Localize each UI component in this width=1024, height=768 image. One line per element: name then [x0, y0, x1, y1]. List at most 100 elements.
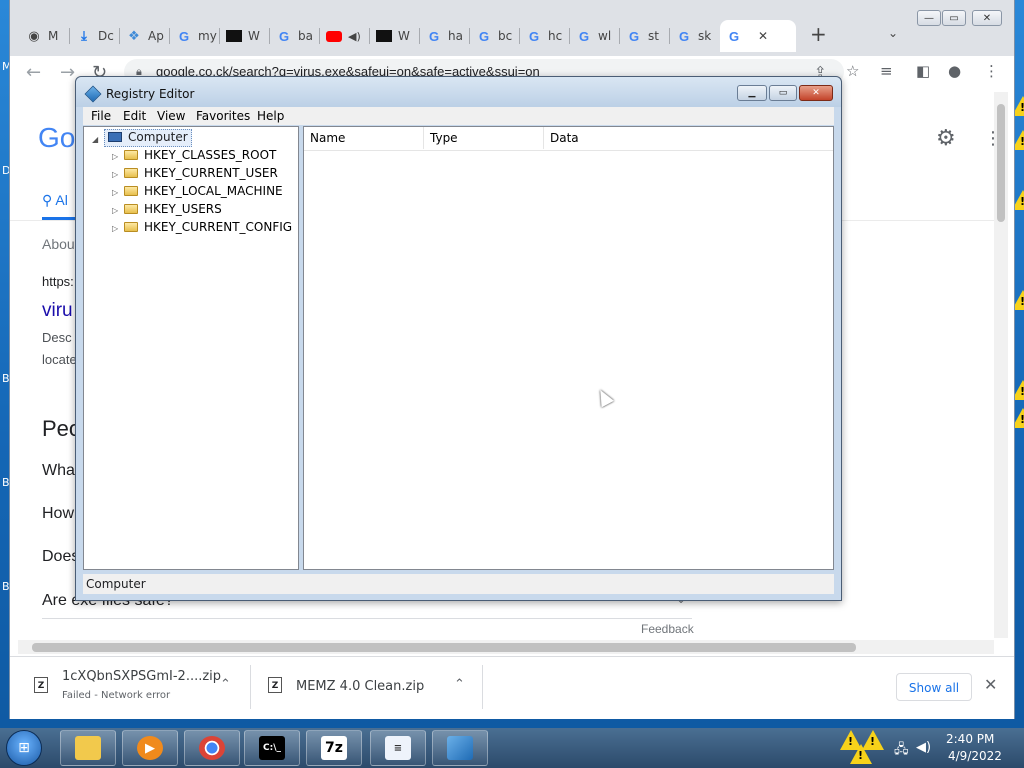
column-header-type[interactable]: Type [424, 127, 544, 149]
chevron-up-icon[interactable]: ⌃ [220, 677, 231, 692]
cmd-icon: C:\_ [259, 736, 285, 760]
divider [42, 618, 692, 619]
reading-list-icon[interactable]: ≡ [880, 62, 893, 80]
menu-favorites[interactable]: Favorites [196, 109, 250, 123]
vertical-scrollbar[interactable] [994, 92, 1008, 638]
taskbar-chrome[interactable] [184, 730, 240, 766]
minimize-button[interactable]: ▁ [737, 85, 767, 101]
horizontal-scrollbar[interactable] [18, 640, 994, 654]
tab[interactable]: Gsk [670, 20, 720, 52]
desktop-icon-label[interactable]: B [2, 580, 10, 593]
tab-search-icon[interactable]: ⌄ [888, 26, 898, 40]
result-title-link[interactable]: viru [42, 300, 73, 322]
folder-icon [124, 222, 138, 232]
taskbar-cmd[interactable]: C:\_ [244, 730, 300, 766]
speaker-icon[interactable]: ◀) [348, 30, 361, 43]
close-button[interactable]: ✕ [972, 10, 1002, 26]
tree-node-key[interactable]: ▷ HKEY_CLASSES_ROOT [112, 148, 276, 162]
question-item[interactable]: Wha [42, 462, 75, 480]
tree-node-key[interactable]: ▷ HKEY_LOCAL_MACHINE [112, 184, 283, 198]
network-icon[interactable]: 🖧︎ [894, 740, 909, 762]
tree-expand-icon[interactable]: ▷ [112, 152, 124, 161]
result-url[interactable]: https: [42, 274, 74, 289]
taskbar-media-player[interactable]: ▶ [122, 730, 178, 766]
taskbar-7zip[interactable]: 7z [306, 730, 362, 766]
tree-expand-icon[interactable]: ▷ [112, 224, 124, 233]
key-tree[interactable]: ◢ Computer ▷ HKEY_CLASSES_ROOT ▷ HKEY_CURR… [83, 126, 299, 570]
clock-time[interactable]: 2:40 PM [946, 732, 994, 746]
tab-active[interactable]: G ✕ [720, 20, 796, 52]
menu-file[interactable]: File [91, 109, 111, 123]
close-tab-icon[interactable]: ✕ [758, 29, 768, 43]
column-header-data[interactable]: Data [544, 127, 833, 149]
status-bar: Computer [83, 574, 834, 594]
close-button[interactable]: ✕ [799, 85, 833, 101]
taskbar-explorer[interactable] [60, 730, 116, 766]
download-item[interactable]: Z 1cXQbnSXPSGmI-2....zip Failed - Networ… [10, 657, 250, 719]
tab[interactable]: W [370, 20, 420, 52]
menu-edit[interactable]: Edit [123, 109, 146, 123]
start-button[interactable]: ⊞ [6, 730, 42, 766]
tab-title: ba [298, 29, 313, 43]
chrome-menu-icon[interactable]: ⋮ [984, 62, 999, 80]
divider [304, 150, 833, 151]
tree-node-computer[interactable]: Computer [104, 129, 192, 147]
tab[interactable]: ⤓ Dc [70, 20, 120, 52]
scroll-thumb[interactable] [997, 104, 1005, 222]
question-item[interactable]: How [42, 505, 74, 523]
tab[interactable]: Gha [420, 20, 470, 52]
tab[interactable]: Ghc [520, 20, 570, 52]
value-list[interactable]: Name Type Data [303, 126, 834, 570]
tab[interactable]: Gst [620, 20, 670, 52]
tab[interactable]: Gmy [170, 20, 220, 52]
tab-all[interactable]: ⚲ Al [42, 192, 68, 209]
tree-expand-icon[interactable]: ◢ [92, 131, 104, 145]
question-item[interactable]: Does [42, 548, 79, 566]
column-header-name[interactable]: Name [304, 127, 424, 149]
settings-gear-icon[interactable]: ⚙ [936, 126, 956, 151]
bookmark-star-icon[interactable]: ☆ [846, 62, 859, 80]
desktop-icon-label[interactable]: B [2, 372, 10, 385]
tab[interactable]: ◀) [320, 20, 370, 52]
menu-view[interactable]: View [157, 109, 185, 123]
new-tab-button[interactable]: + [810, 22, 827, 46]
tree-node-key[interactable]: ▷ HKEY_USERS [112, 202, 222, 216]
minimize-button[interactable]: — [917, 10, 941, 26]
download-item[interactable]: Z MEMZ 4.0 Clean.zip ⌃ [244, 657, 484, 719]
tab[interactable]: Gwl [570, 20, 620, 52]
back-icon[interactable]: ← [26, 62, 41, 83]
volume-icon[interactable]: ◀) [916, 740, 931, 755]
clock-date[interactable]: 4/9/2022 [948, 749, 1002, 763]
show-all-button[interactable]: Show all [896, 673, 972, 701]
tab[interactable]: Gba [270, 20, 320, 52]
menu-help[interactable]: Help [257, 109, 284, 123]
taskbar-notepad[interactable]: ≡ [370, 730, 426, 766]
tree-node-key[interactable]: ▷ HKEY_CURRENT_CONFIG [112, 220, 292, 234]
folder-icon [124, 186, 138, 196]
forward-icon[interactable]: → [60, 62, 75, 83]
tree-expand-icon[interactable]: ▷ [112, 206, 124, 215]
tab[interactable]: W [220, 20, 270, 52]
tab[interactable]: ❖ Ap [120, 20, 170, 52]
profile-icon[interactable]: ● [948, 62, 961, 80]
feedback-link[interactable]: Feedback [641, 622, 694, 636]
maximize-button[interactable]: ▭ [942, 10, 966, 26]
maximize-button[interactable]: ▭ [769, 85, 797, 101]
search-icon: ⚲ [42, 192, 56, 208]
side-panel-icon[interactable]: ◧ [916, 62, 930, 80]
tab[interactable]: ◉ M [20, 20, 70, 52]
tab-list: ◉ M ⤓ Dc ❖ Ap Gmy W Gba ◀) W G ha G bc G… [20, 20, 900, 52]
chevron-up-icon[interactable]: ⌃ [454, 677, 465, 692]
google-logo[interactable]: Go [38, 122, 75, 154]
tree-node-key[interactable]: ▷ HKEY_CURRENT_USER [112, 166, 278, 180]
results-count: About [42, 236, 79, 252]
scroll-thumb[interactable] [32, 643, 856, 652]
taskbar: ⊞ ▶ C:\_ 7z ≡ 🖧︎ ◀) 2:40 PM 4/9/2022 [0, 728, 1024, 768]
tab[interactable]: Gbc [470, 20, 520, 52]
desktop-icon-label[interactable]: B [2, 476, 10, 489]
title-bar[interactable]: Registry Editor ▁ ▭ ✕ [76, 77, 841, 107]
tree-expand-icon[interactable]: ▷ [112, 170, 124, 179]
tree-expand-icon[interactable]: ▷ [112, 188, 124, 197]
close-icon[interactable]: ✕ [984, 675, 997, 694]
taskbar-regedit[interactable] [432, 730, 488, 766]
